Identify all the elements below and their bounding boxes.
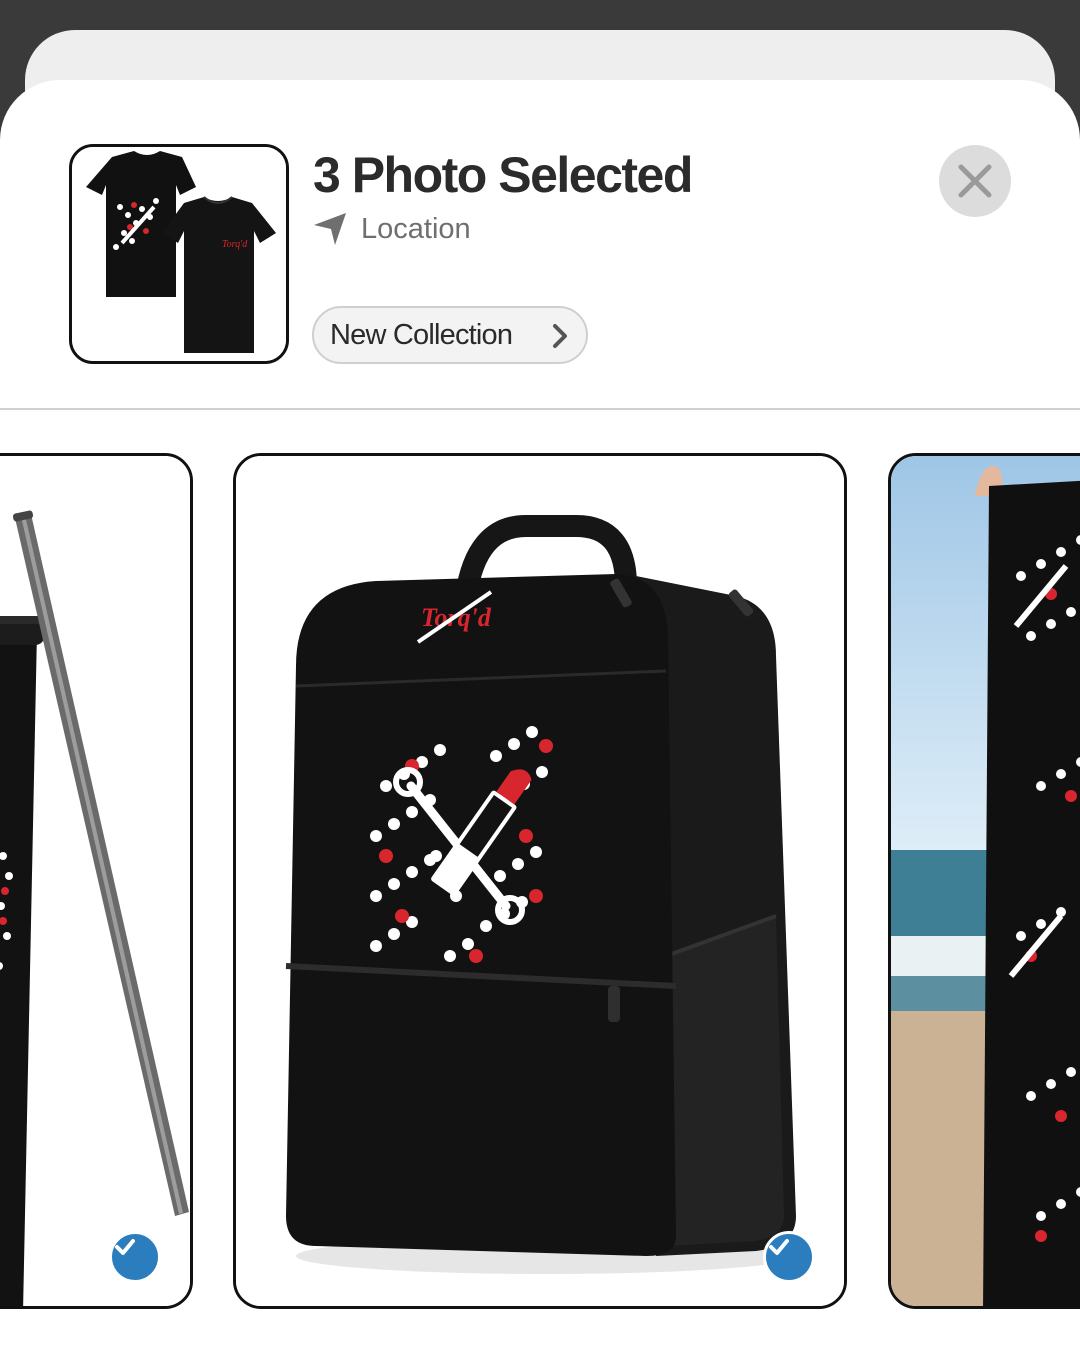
checkmark-icon bbox=[115, 1239, 135, 1255]
svg-text:Torq'd: Torq'd bbox=[222, 239, 248, 250]
chevron-right-icon bbox=[553, 324, 567, 348]
photo-card-beach-towel[interactable] bbox=[888, 453, 1080, 1309]
location-label: Location bbox=[361, 212, 471, 245]
new-collection-button[interactable]: New Collection bbox=[312, 306, 588, 364]
photo-card-backpack[interactable]: Torq'd bbox=[233, 453, 847, 1309]
tumbler-image bbox=[0, 456, 190, 1306]
close-button[interactable] bbox=[939, 145, 1011, 217]
beach-towel-image bbox=[891, 456, 1080, 1306]
photo-card-tumbler[interactable] bbox=[0, 453, 193, 1309]
selected-check-badge[interactable] bbox=[763, 1231, 815, 1283]
photo-selection-sheet: Torq'd 3 Photo Selected Location New Col… bbox=[0, 80, 1080, 1350]
backpack-image: Torq'd bbox=[236, 456, 844, 1306]
checkmark-icon bbox=[769, 1239, 789, 1255]
new-collection-label: New Collection bbox=[330, 318, 513, 351]
location-row[interactable]: Location bbox=[313, 212, 471, 246]
close-x-icon bbox=[958, 164, 992, 198]
header-divider bbox=[0, 408, 1080, 410]
tshirt-image: Torq'd bbox=[72, 147, 286, 361]
page-title: 3 Photo Selected bbox=[313, 147, 693, 203]
cover-thumbnail[interactable]: Torq'd bbox=[69, 144, 289, 364]
selected-check-badge[interactable] bbox=[109, 1231, 161, 1283]
navigation-arrow-icon bbox=[314, 213, 346, 245]
